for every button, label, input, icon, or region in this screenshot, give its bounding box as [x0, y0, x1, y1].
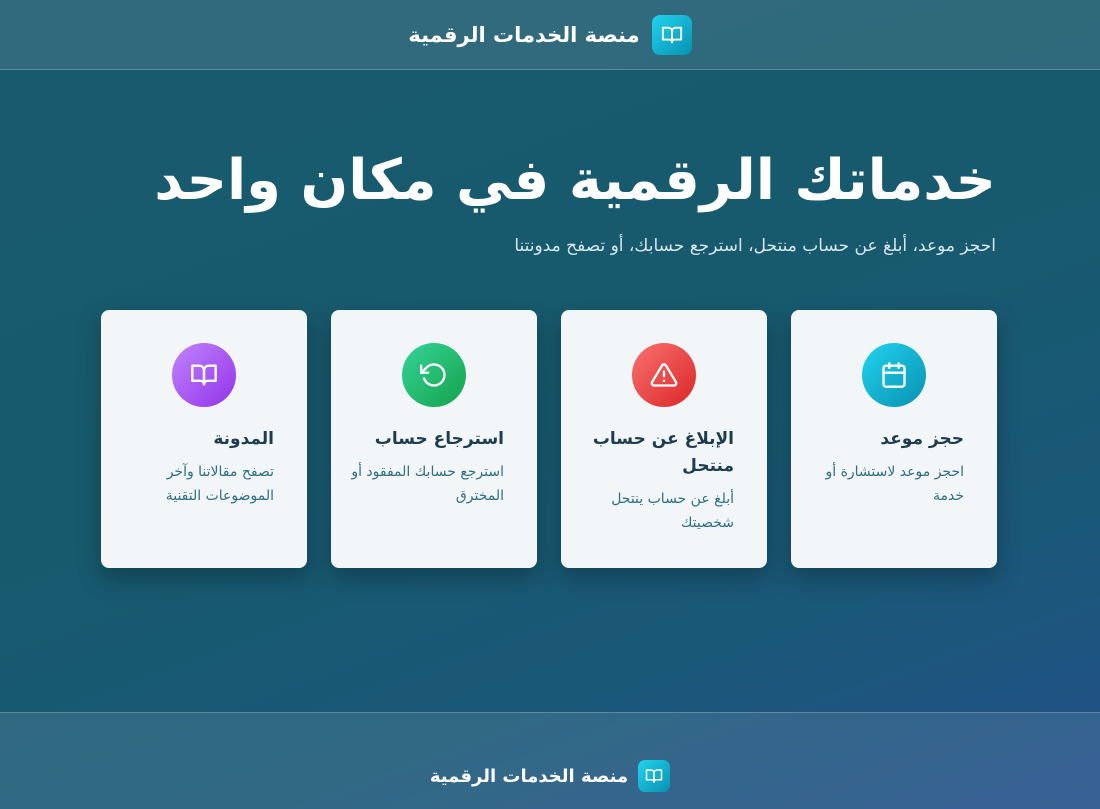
service-card-title: استرجاع حساب	[374, 429, 504, 449]
service-card-appointment[interactable]: حجز موعد احجز موعد لاستشارة أو خدمة	[791, 310, 997, 568]
calendar-icon	[862, 343, 926, 407]
service-card-blog[interactable]: المدونة تصفح مقالاتنا وآخر الموضوعات الت…	[101, 310, 307, 568]
service-card-title: الإبلاغ عن حساب منتحل	[592, 429, 734, 476]
hero-subtitle: احجز موعد، أبلغ عن حساب منتحل، استرجع حس…	[514, 236, 996, 256]
service-card-title: حجز موعد	[880, 429, 964, 449]
alert-triangle-icon	[632, 343, 696, 407]
service-card-description: تصفح مقالاتنا وآخر الموضوعات التقنية	[165, 464, 274, 504]
header-title: منصة الخدمات الرقمية	[408, 22, 640, 47]
book-open-icon	[172, 343, 236, 407]
book-open-icon	[638, 760, 671, 792]
service-card-description: احجز موعد لاستشارة أو خدمة	[825, 464, 964, 504]
site-header: منصة الخدمات الرقمية	[0, 0, 1100, 70]
header-brand[interactable]: منصة الخدمات الرقمية	[408, 14, 692, 55]
service-card-description: أبلغ عن حساب ينتحل شخصيتك	[611, 491, 734, 531]
footer-brand[interactable]: منصة الخدمات الرقمية	[429, 760, 671, 792]
services-grid: حجز موعد احجز موعد لاستشارة أو خدمة الإب…	[101, 310, 997, 568]
footer-title: منصة الخدمات الرقمية	[429, 765, 629, 787]
book-open-icon	[651, 14, 692, 55]
service-card-account-recovery[interactable]: استرجاع حساب استرجع حسابك المفقود أو الم…	[331, 310, 537, 568]
hero-title: خدماتك الرقمية في مكان واحد	[154, 148, 996, 213]
service-card-report-impersonation[interactable]: الإبلاغ عن حساب منتحل أبلغ عن حساب ينتحل…	[561, 310, 767, 568]
service-card-title: المدونة	[213, 429, 274, 449]
rotate-ccw-icon	[402, 343, 466, 407]
service-card-description: استرجع حسابك المفقود أو المخترق	[351, 464, 504, 504]
site-footer: منصة الخدمات الرقمية	[0, 712, 1100, 809]
